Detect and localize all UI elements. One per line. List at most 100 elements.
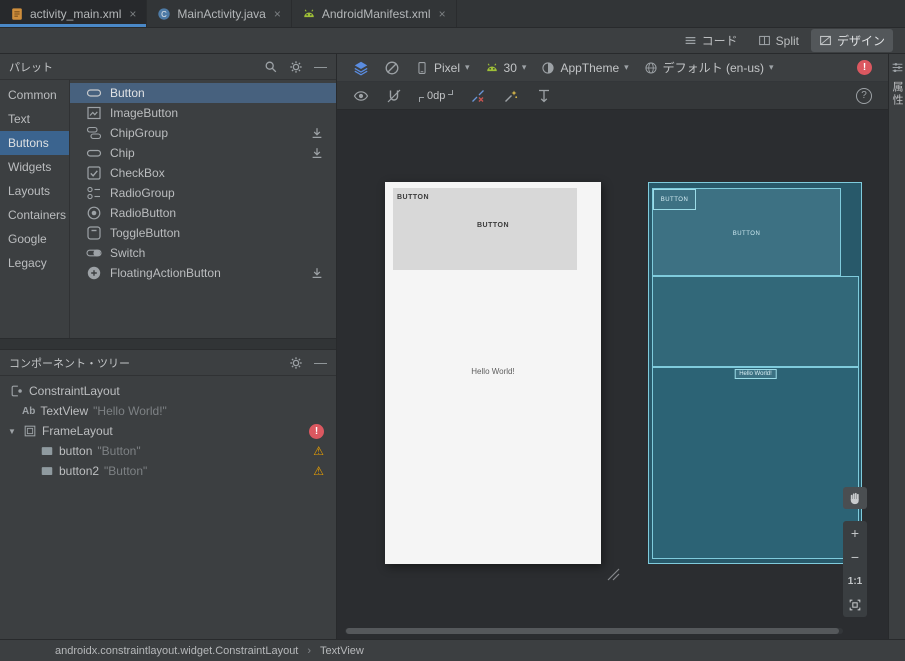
horizontal-scrollbar[interactable]: [345, 628, 843, 634]
palette-item-radiogroup[interactable]: RadioGroup: [70, 183, 336, 203]
clear-constraints-icon[interactable]: [470, 88, 486, 104]
pan-button[interactable]: [843, 487, 867, 509]
blueprint-root-region[interactable]: Hello World!: [652, 367, 859, 559]
tree-node-textview[interactable]: Ab TextView "Hello World!": [0, 401, 336, 421]
locale-selector[interactable]: デフォルト (en-us) ▾: [644, 59, 774, 76]
design-surface[interactable]: BUTTON BUTTON Hello World!: [385, 182, 601, 564]
category-text[interactable]: Text: [0, 107, 69, 131]
android-api-icon: [485, 61, 499, 75]
blueprint-button-top[interactable]: BUTTON: [653, 189, 696, 210]
scrollbar-thumb[interactable]: [346, 628, 839, 634]
error-badge[interactable]: !: [309, 424, 324, 439]
tree-node-button[interactable]: button "Button" ⚠: [0, 441, 336, 461]
theme-selector[interactable]: AppTheme ▾: [541, 61, 628, 75]
warning-icon[interactable]: ⚠: [313, 444, 324, 458]
blueprint-button-center[interactable]: BUTTON: [653, 231, 840, 237]
zoom-to-fit-button[interactable]: [843, 593, 867, 617]
attributes-tool-tab[interactable]: 属性: [889, 81, 905, 107]
close-icon[interactable]: ×: [129, 8, 136, 20]
class-icon: C: [157, 7, 171, 21]
category-containers[interactable]: Containers: [0, 203, 69, 227]
zoom-ratio-button[interactable]: 1:1: [843, 569, 867, 593]
tree-node-constraintlayout[interactable]: ConstraintLayout: [0, 381, 336, 401]
category-legacy[interactable]: Legacy: [0, 251, 69, 275]
device-selector[interactable]: Pixel ▾: [415, 61, 470, 75]
design-mode-button[interactable]: デザイン: [811, 29, 893, 52]
infer-constraints-icon[interactable]: [503, 88, 519, 104]
help-icon[interactable]: ?: [856, 88, 872, 104]
tree-node-framelayout[interactable]: ▼ FrameLayout !: [0, 421, 336, 441]
item-label: RadioGroup: [110, 186, 175, 200]
close-icon[interactable]: ×: [439, 8, 446, 20]
category-google[interactable]: Google: [0, 227, 69, 251]
autoconnect-magnet-icon[interactable]: [386, 88, 402, 104]
blueprint-hello-text[interactable]: Hello World!: [734, 369, 777, 379]
palette-item-checkbox[interactable]: CheckBox: [70, 163, 336, 183]
tab-label: activity_main.xml: [30, 7, 121, 21]
palette-item-button[interactable]: Button: [70, 83, 336, 103]
category-buttons[interactable]: Buttons: [0, 131, 69, 155]
tab-mainactivity-java[interactable]: C MainActivity.java ×: [147, 0, 292, 27]
chevron-down-icon: ▾: [624, 63, 629, 72]
constraint-layout-icon: [10, 384, 24, 398]
default-margin-control[interactable]: 0dp: [419, 90, 453, 102]
blueprint-region[interactable]: [652, 276, 859, 367]
tab-label: AndroidManifest.xml: [322, 7, 431, 21]
design-toolbar: Pixel ▾ 30 ▾ AppTheme ▾ デフォルト (en-us) ▾: [337, 54, 888, 82]
category-layouts[interactable]: Layouts: [0, 179, 69, 203]
device-label: Pixel: [434, 61, 460, 75]
close-icon[interactable]: ×: [274, 8, 281, 20]
breadcrumb-separator-icon: ›: [307, 645, 311, 657]
blueprint-surface[interactable]: BUTTON BUTTON Hello World!: [648, 182, 862, 564]
search-icon[interactable]: [264, 60, 278, 74]
palette-item-floatingactionbutton[interactable]: FloatingActionButton: [70, 263, 336, 283]
layers-icon[interactable]: [353, 60, 369, 76]
radio-button-icon: [86, 205, 102, 221]
blueprint-frame-layout[interactable]: BUTTON BUTTON: [652, 188, 841, 276]
design-hello-text[interactable]: Hello World!: [385, 367, 601, 376]
download-icon[interactable]: [310, 146, 324, 160]
image-button-icon: [86, 105, 102, 121]
breadcrumb-bar: androidx.constraintlayout.widget.Constra…: [0, 639, 905, 661]
code-mode-icon: [684, 34, 697, 47]
warning-icon[interactable]: ⚠: [313, 464, 324, 478]
minimize-icon[interactable]: —: [314, 60, 327, 73]
code-mode-button[interactable]: コード: [676, 29, 746, 52]
eye-icon[interactable]: [353, 88, 369, 104]
design-button-top[interactable]: BUTTON: [397, 194, 429, 201]
canvas-resize-handle[interactable]: [607, 568, 620, 581]
api-level-selector[interactable]: 30 ▾: [485, 61, 527, 75]
breadcrumb-root[interactable]: androidx.constraintlayout.widget.Constra…: [55, 645, 298, 657]
palette-item-imagebutton[interactable]: ImageButton: [70, 103, 336, 123]
palette-item-chip[interactable]: Chip: [70, 143, 336, 163]
orientation-icon[interactable]: [384, 60, 400, 76]
download-icon[interactable]: [310, 266, 324, 280]
tab-androidmanifest-xml[interactable]: AndroidManifest.xml ×: [292, 0, 457, 27]
zoom-out-button[interactable]: −: [843, 545, 867, 569]
attributes-sliders-icon[interactable]: [891, 61, 904, 74]
tab-activity-main-xml[interactable]: activity_main.xml ×: [0, 0, 147, 27]
breadcrumb-leaf[interactable]: TextView: [320, 645, 364, 657]
expand-arrow-icon[interactable]: ▼: [6, 427, 18, 436]
device-icon: [415, 61, 429, 75]
panel-splitter[interactable]: [0, 338, 336, 350]
palette-item-togglebutton[interactable]: ToggleButton: [70, 223, 336, 243]
design-button-center[interactable]: BUTTON: [385, 222, 601, 229]
pack-expand-icon[interactable]: [536, 88, 552, 104]
item-label: ToggleButton: [110, 226, 180, 240]
gear-icon[interactable]: [289, 60, 303, 74]
zoom-in-button[interactable]: +: [843, 521, 867, 545]
download-icon[interactable]: [310, 126, 324, 140]
error-indicator[interactable]: !: [857, 60, 872, 75]
tree-node-button2[interactable]: button2 "Button" ⚠: [0, 461, 336, 481]
palette-item-chipgroup[interactable]: ChipGroup: [70, 123, 336, 143]
category-widgets[interactable]: Widgets: [0, 155, 69, 179]
palette-item-radiobutton[interactable]: RadioButton: [70, 203, 336, 223]
gear-icon[interactable]: [289, 356, 303, 370]
design-canvas[interactable]: BUTTON BUTTON Hello World! BUTTON BUTTON…: [337, 110, 888, 639]
item-label: CheckBox: [110, 166, 165, 180]
palette-item-switch[interactable]: Switch: [70, 243, 336, 263]
split-mode-button[interactable]: Split: [750, 31, 807, 51]
minimize-icon[interactable]: —: [314, 356, 327, 369]
category-common[interactable]: Common: [0, 83, 69, 107]
